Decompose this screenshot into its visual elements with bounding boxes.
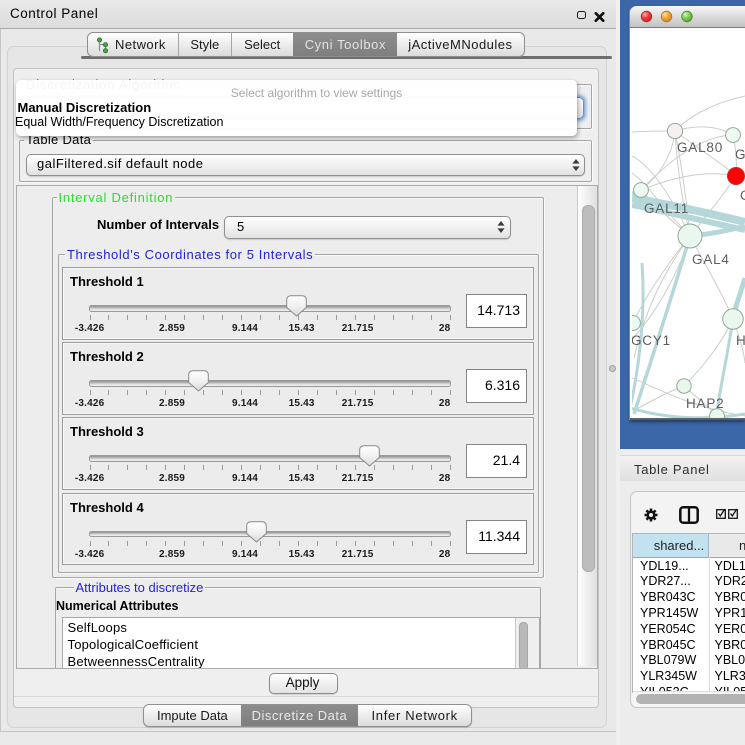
svg-text:GAL80: GAL80 [677,140,723,155]
svg-text:GAL11: GAL11 [644,201,689,216]
svg-text:GAL4: GAL4 [692,252,730,267]
svg-text:H: H [736,333,745,348]
svg-text:G.: G. [735,147,745,162]
svg-text:HAP2: HAP2 [686,396,724,411]
svg-text:GCY1: GCY1 [632,333,671,348]
svg-text:C: C [740,188,745,203]
